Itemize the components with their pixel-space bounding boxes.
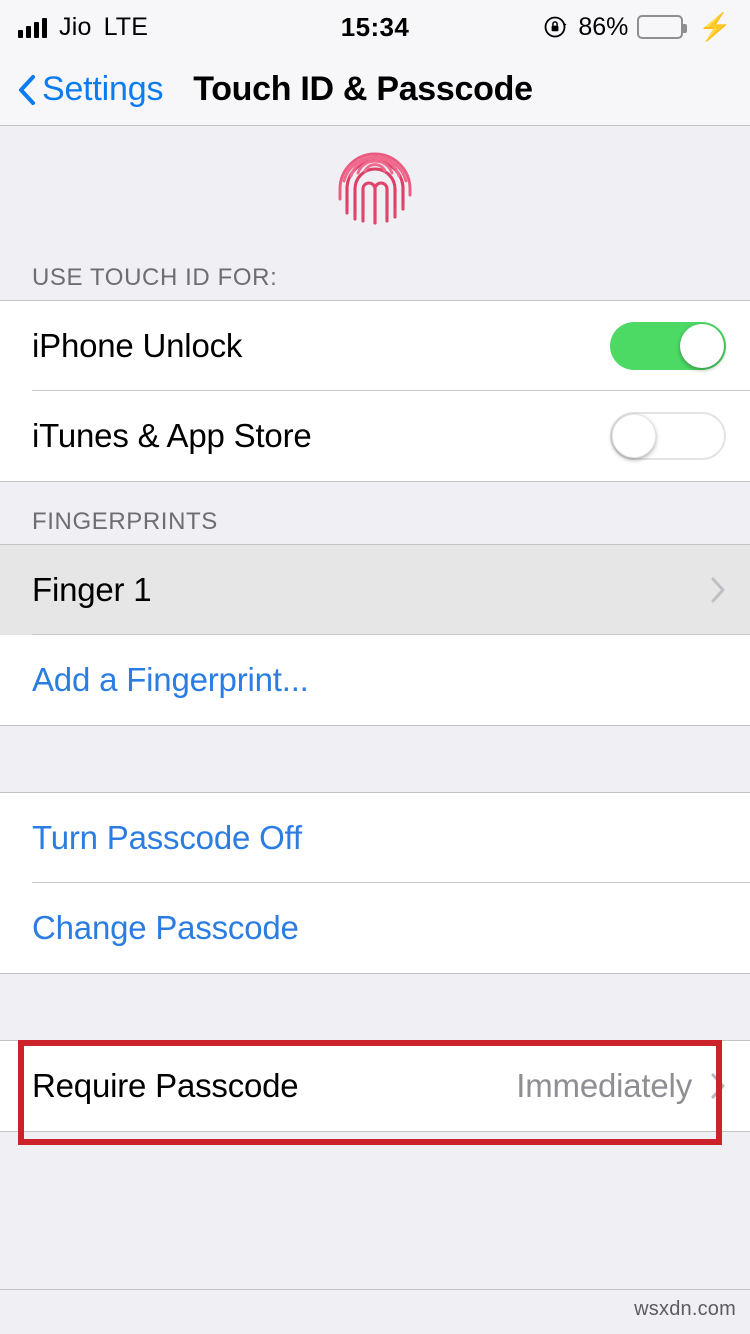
group-require-passcode: Require Passcode Immediately: [0, 1040, 750, 1132]
row-label-itunes-app-store: iTunes & App Store: [32, 417, 312, 454]
section-gap-passcode: [0, 726, 750, 792]
page-title: Touch ID & Passcode: [193, 70, 533, 108]
row-iphone-unlock[interactable]: iPhone Unlock: [0, 301, 750, 391]
row-change-passcode[interactable]: Change Passcode: [0, 883, 750, 973]
back-button[interactable]: Settings: [0, 70, 163, 109]
row-itunes-app-store[interactable]: iTunes & App Store: [0, 391, 750, 481]
toggle-itunes-app-store[interactable]: [610, 412, 726, 460]
footer-bar: wsxdn.com: [0, 1289, 750, 1334]
status-bar: Jio LTE 15:34 86% ⚡: [0, 0, 750, 54]
group-passcode-actions: Turn Passcode Off Change Passcode: [0, 792, 750, 974]
row-add-fingerprint[interactable]: Add a Fingerprint...: [0, 635, 750, 725]
chevron-right-icon: [710, 1072, 726, 1100]
fingerprint-icon: [331, 143, 419, 231]
group-use-touch-id: iPhone Unlock iTunes & App Store: [0, 300, 750, 482]
chevron-right-icon: [710, 576, 726, 604]
toggle-iphone-unlock[interactable]: [610, 322, 726, 370]
toggle-knob: [612, 414, 656, 458]
back-button-label: Settings: [42, 70, 164, 108]
settings-content: USE TOUCH ID FOR: iPhone Unlock iTunes &…: [0, 126, 750, 1132]
lightning-bolt-icon: ⚡: [698, 11, 732, 42]
row-finger-1[interactable]: Finger 1: [0, 545, 750, 635]
battery-percent-label: 86%: [578, 12, 629, 41]
row-label-finger-1: Finger 1: [32, 571, 152, 608]
iphone-screen: Jio LTE 15:34 86% ⚡ Settings Touch ID & …: [0, 0, 750, 1334]
chevron-left-icon: [18, 74, 36, 106]
row-label-turn-passcode-off: Turn Passcode Off: [32, 819, 302, 856]
section-header-use-touch-id: USE TOUCH ID FOR:: [0, 238, 750, 300]
touch-id-hero: [0, 126, 750, 238]
row-label-iphone-unlock: iPhone Unlock: [32, 327, 243, 364]
battery-full-icon: [637, 15, 688, 39]
row-value-require-passcode: Immediately: [516, 1067, 692, 1104]
navigation-bar: Settings Touch ID & Passcode: [0, 54, 750, 126]
row-label-add-fingerprint: Add a Fingerprint...: [32, 661, 309, 698]
row-turn-passcode-off[interactable]: Turn Passcode Off: [0, 793, 750, 883]
section-gap-require: [0, 974, 750, 1040]
row-require-passcode[interactable]: Require Passcode Immediately: [0, 1041, 750, 1131]
rotation-lock-icon: [543, 14, 569, 40]
row-label-require-passcode: Require Passcode: [32, 1067, 299, 1104]
toggle-knob: [680, 324, 724, 368]
section-header-fingerprints: FINGERPRINTS: [0, 482, 750, 544]
watermark-label: wsxdn.com: [634, 1298, 736, 1320]
row-label-change-passcode: Change Passcode: [32, 909, 299, 946]
status-bar-right: 86% ⚡: [543, 13, 732, 42]
group-fingerprints: Finger 1 Add a Fingerprint...: [0, 544, 750, 726]
